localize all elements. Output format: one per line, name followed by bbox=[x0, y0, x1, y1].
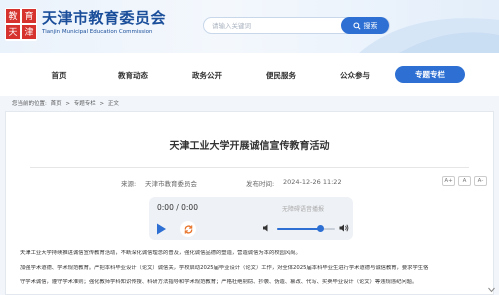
volume-high-icon[interactable] bbox=[339, 223, 349, 233]
repeat-button[interactable] bbox=[180, 221, 196, 237]
search-box: 搜索 bbox=[203, 17, 390, 34]
search-button-label: 搜索 bbox=[363, 21, 378, 30]
nav-item-public-services[interactable]: 便民服务 bbox=[258, 67, 304, 83]
nav-item-public-participation[interactable]: 公众参与 bbox=[332, 67, 378, 83]
nav-item-government-affairs[interactable]: 政务公开 bbox=[184, 67, 230, 83]
play-icon[interactable] bbox=[154, 222, 168, 236]
font-size-increase-button[interactable]: A+ bbox=[442, 176, 455, 186]
svg-text:教: 教 bbox=[8, 10, 17, 22]
repeat-icon bbox=[184, 224, 192, 234]
volume-handle[interactable] bbox=[317, 225, 324, 232]
svg-text:津: 津 bbox=[24, 27, 33, 38]
svg-text:天: 天 bbox=[8, 28, 17, 38]
volume-level bbox=[277, 228, 321, 230]
article-paragraph: 天津工业大学持续推进诚信宣传教育活动，不断深化诚信理念的普及，强化诚信品德的塑造… bbox=[20, 250, 301, 256]
breadcrumb-separator: > bbox=[65, 101, 70, 107]
search-icon bbox=[352, 21, 361, 30]
site-title[interactable]: 天津市教育委员会 bbox=[42, 7, 166, 28]
font-size-reset-button[interactable]: A bbox=[458, 176, 471, 186]
accessibility-voice-label: 无障碍语音播报 bbox=[282, 206, 325, 213]
source-label: 来源: bbox=[121, 180, 137, 188]
date-label: 发布时间: bbox=[246, 180, 275, 188]
search-input[interactable] bbox=[212, 18, 332, 33]
nav-item-education-news[interactable]: 教育动态 bbox=[110, 67, 156, 83]
nav-item-home[interactable]: 首页 bbox=[36, 67, 82, 83]
volume-slider[interactable] bbox=[277, 225, 335, 232]
source-value: 天津市教育委员会 bbox=[145, 180, 197, 188]
site-subtitle: Tianjin Municipal Education Commission bbox=[42, 29, 153, 35]
breadcrumb-prefix: 您当前的位置: bbox=[12, 101, 47, 107]
title-divider bbox=[30, 167, 469, 168]
article-paragraph: 加强学术道德、学术规范教育。严把本科毕业设计（论文）诚信关，学校启动2025届毕… bbox=[20, 265, 429, 271]
breadcrumb: 您当前的位置: 首页 > 专题专栏 > 正文 bbox=[12, 99, 121, 107]
nav-item-special-topics[interactable]: 专题专栏 bbox=[395, 66, 465, 83]
breadcrumb-link-home[interactable]: 首页 bbox=[51, 101, 62, 107]
commission-logo[interactable]: 教 育 天 津 bbox=[5, 8, 37, 41]
article-paragraph: 守学术诚信，遵守学术准则；强化教师学科知识传授、科研方法指导和学术规范教育；严格… bbox=[20, 279, 418, 285]
publish-date: 2024-12-26 11:22 bbox=[283, 178, 342, 186]
scroll-down-icon[interactable] bbox=[487, 285, 496, 294]
main-nav: 首页 教育动态 政务公开 便民服务 公众参与 专题专栏 bbox=[0, 53, 499, 96]
search-button[interactable]: 搜索 bbox=[341, 17, 389, 34]
site-header: 教 育 天 津 天津市教育委员会 Tianjin Municipal Educa… bbox=[0, 0, 499, 53]
breadcrumb-link-special-topics[interactable]: 专题专栏 bbox=[74, 101, 96, 107]
audio-time: 0:00 / 0:00 bbox=[157, 203, 198, 212]
volume-icon[interactable] bbox=[262, 223, 272, 233]
svg-text:育: 育 bbox=[24, 10, 33, 22]
breadcrumb-separator: > bbox=[99, 101, 105, 107]
breadcrumb-current: 正文 bbox=[107, 101, 119, 107]
font-size-decrease-button[interactable]: A- bbox=[474, 176, 487, 186]
article-title: 天津工业大学开展诚信宣传教育活动 bbox=[169, 141, 330, 152]
